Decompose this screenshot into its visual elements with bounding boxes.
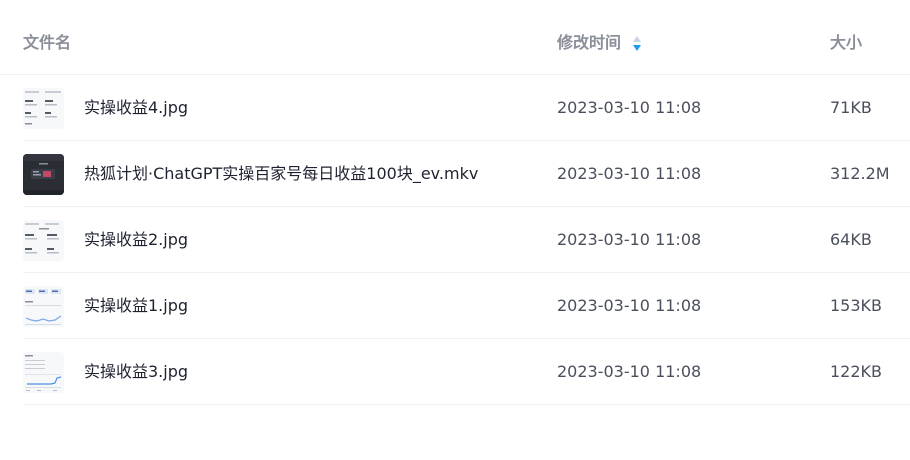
file-modified-time: 2023-03-10 11:08 [557,98,702,117]
column-header-name[interactable]: 文件名 [23,32,71,54]
image-thumbnail [23,220,64,261]
sort-icon[interactable] [632,34,642,52]
column-header-size[interactable]: 大小 [830,32,862,54]
file-name[interactable]: 实操收益4.jpg [84,97,188,119]
image-thumbnail [23,286,64,327]
table-row[interactable]: 实操收益1.jpg 2023-03-10 11:08 153KB [23,273,910,339]
file-name[interactable]: 实操收益1.jpg [84,295,188,317]
file-modified-time: 2023-03-10 11:08 [557,296,702,315]
table-header: 文件名 修改时间 大小 [0,0,910,75]
file-size: 71KB [830,98,872,117]
table-row[interactable]: 实操收益2.jpg 2023-03-10 11:08 64KB [23,207,910,273]
file-modified-time: 2023-03-10 11:08 [557,164,702,183]
file-list: 文件名 修改时间 大小 实操收益4.jpg 2023-03-10 11:08 7… [0,0,910,460]
video-thumbnail [23,154,64,195]
file-name[interactable]: 热狐计划·ChatGPT实操百家号每日收益100块_ev.mkv [84,163,478,185]
table-row[interactable]: 实操收益4.jpg 2023-03-10 11:08 71KB [23,75,910,141]
file-size: 122KB [830,362,883,381]
file-name[interactable]: 实操收益2.jpg [84,229,188,251]
file-modified-time: 2023-03-10 11:08 [557,230,702,249]
table-row[interactable]: 热狐计划·ChatGPT实操百家号每日收益100块_ev.mkv 2023-03… [23,141,910,207]
column-header-modified[interactable]: 修改时间 [557,32,642,54]
image-thumbnail [23,88,64,129]
image-thumbnail [23,352,64,393]
file-size: 64KB [830,230,872,249]
table-row[interactable]: 实操收益3.jpg 2023-03-10 11:08 122KB [23,339,910,405]
file-size: 312.2M [830,164,890,183]
file-modified-time: 2023-03-10 11:08 [557,362,702,381]
column-header-modified-label: 修改时间 [557,33,622,52]
file-size: 153KB [830,296,883,315]
file-name[interactable]: 实操收益3.jpg [84,361,188,383]
